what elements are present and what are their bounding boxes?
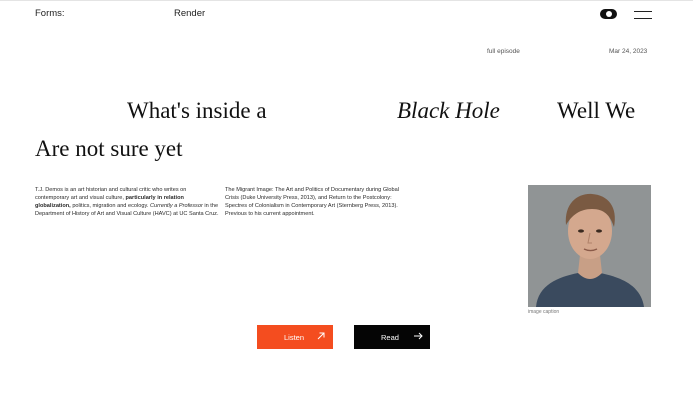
toggle-knob [606, 11, 612, 17]
nav-forms-link[interactable]: Forms: [35, 8, 65, 19]
hamburger-menu-icon[interactable] [634, 10, 652, 19]
bio-text-d: Currently a Professor [149, 203, 203, 210]
headline-part-3: Well We [557, 98, 636, 123]
portrait-photo [528, 185, 651, 307]
headline-part-2: Black Hole [397, 98, 500, 123]
headline-part-1: What's inside a [127, 98, 267, 123]
theme-toggle-icon[interactable] [600, 9, 617, 19]
read-button-label: Read [381, 333, 399, 342]
listen-button[interactable]: Listen [257, 325, 333, 349]
portrait-illustration [528, 185, 651, 307]
bio-column-1: T.J. Demos is an art historian and cultu… [35, 186, 220, 218]
menu-line-bottom [634, 18, 652, 19]
headline-part-4: Are not sure yet [35, 136, 183, 161]
image-caption: image caption [528, 309, 560, 315]
episode-date: Mar 24, 2023 [609, 48, 648, 55]
episode-type-label: full episode [487, 48, 520, 55]
listen-button-label: Listen [284, 333, 305, 342]
arrow-right-icon [414, 332, 423, 340]
bio-text-c: politics, migration and ecology. [72, 203, 149, 210]
top-divider [0, 0, 693, 1]
arrow-up-right-icon [317, 332, 325, 340]
bio-column-2: The Migrant Image: The Art and Politics … [225, 187, 400, 218]
menu-line-top [634, 11, 652, 12]
read-button[interactable]: Read [354, 325, 430, 349]
nav-render-link[interactable]: Render [174, 8, 205, 19]
